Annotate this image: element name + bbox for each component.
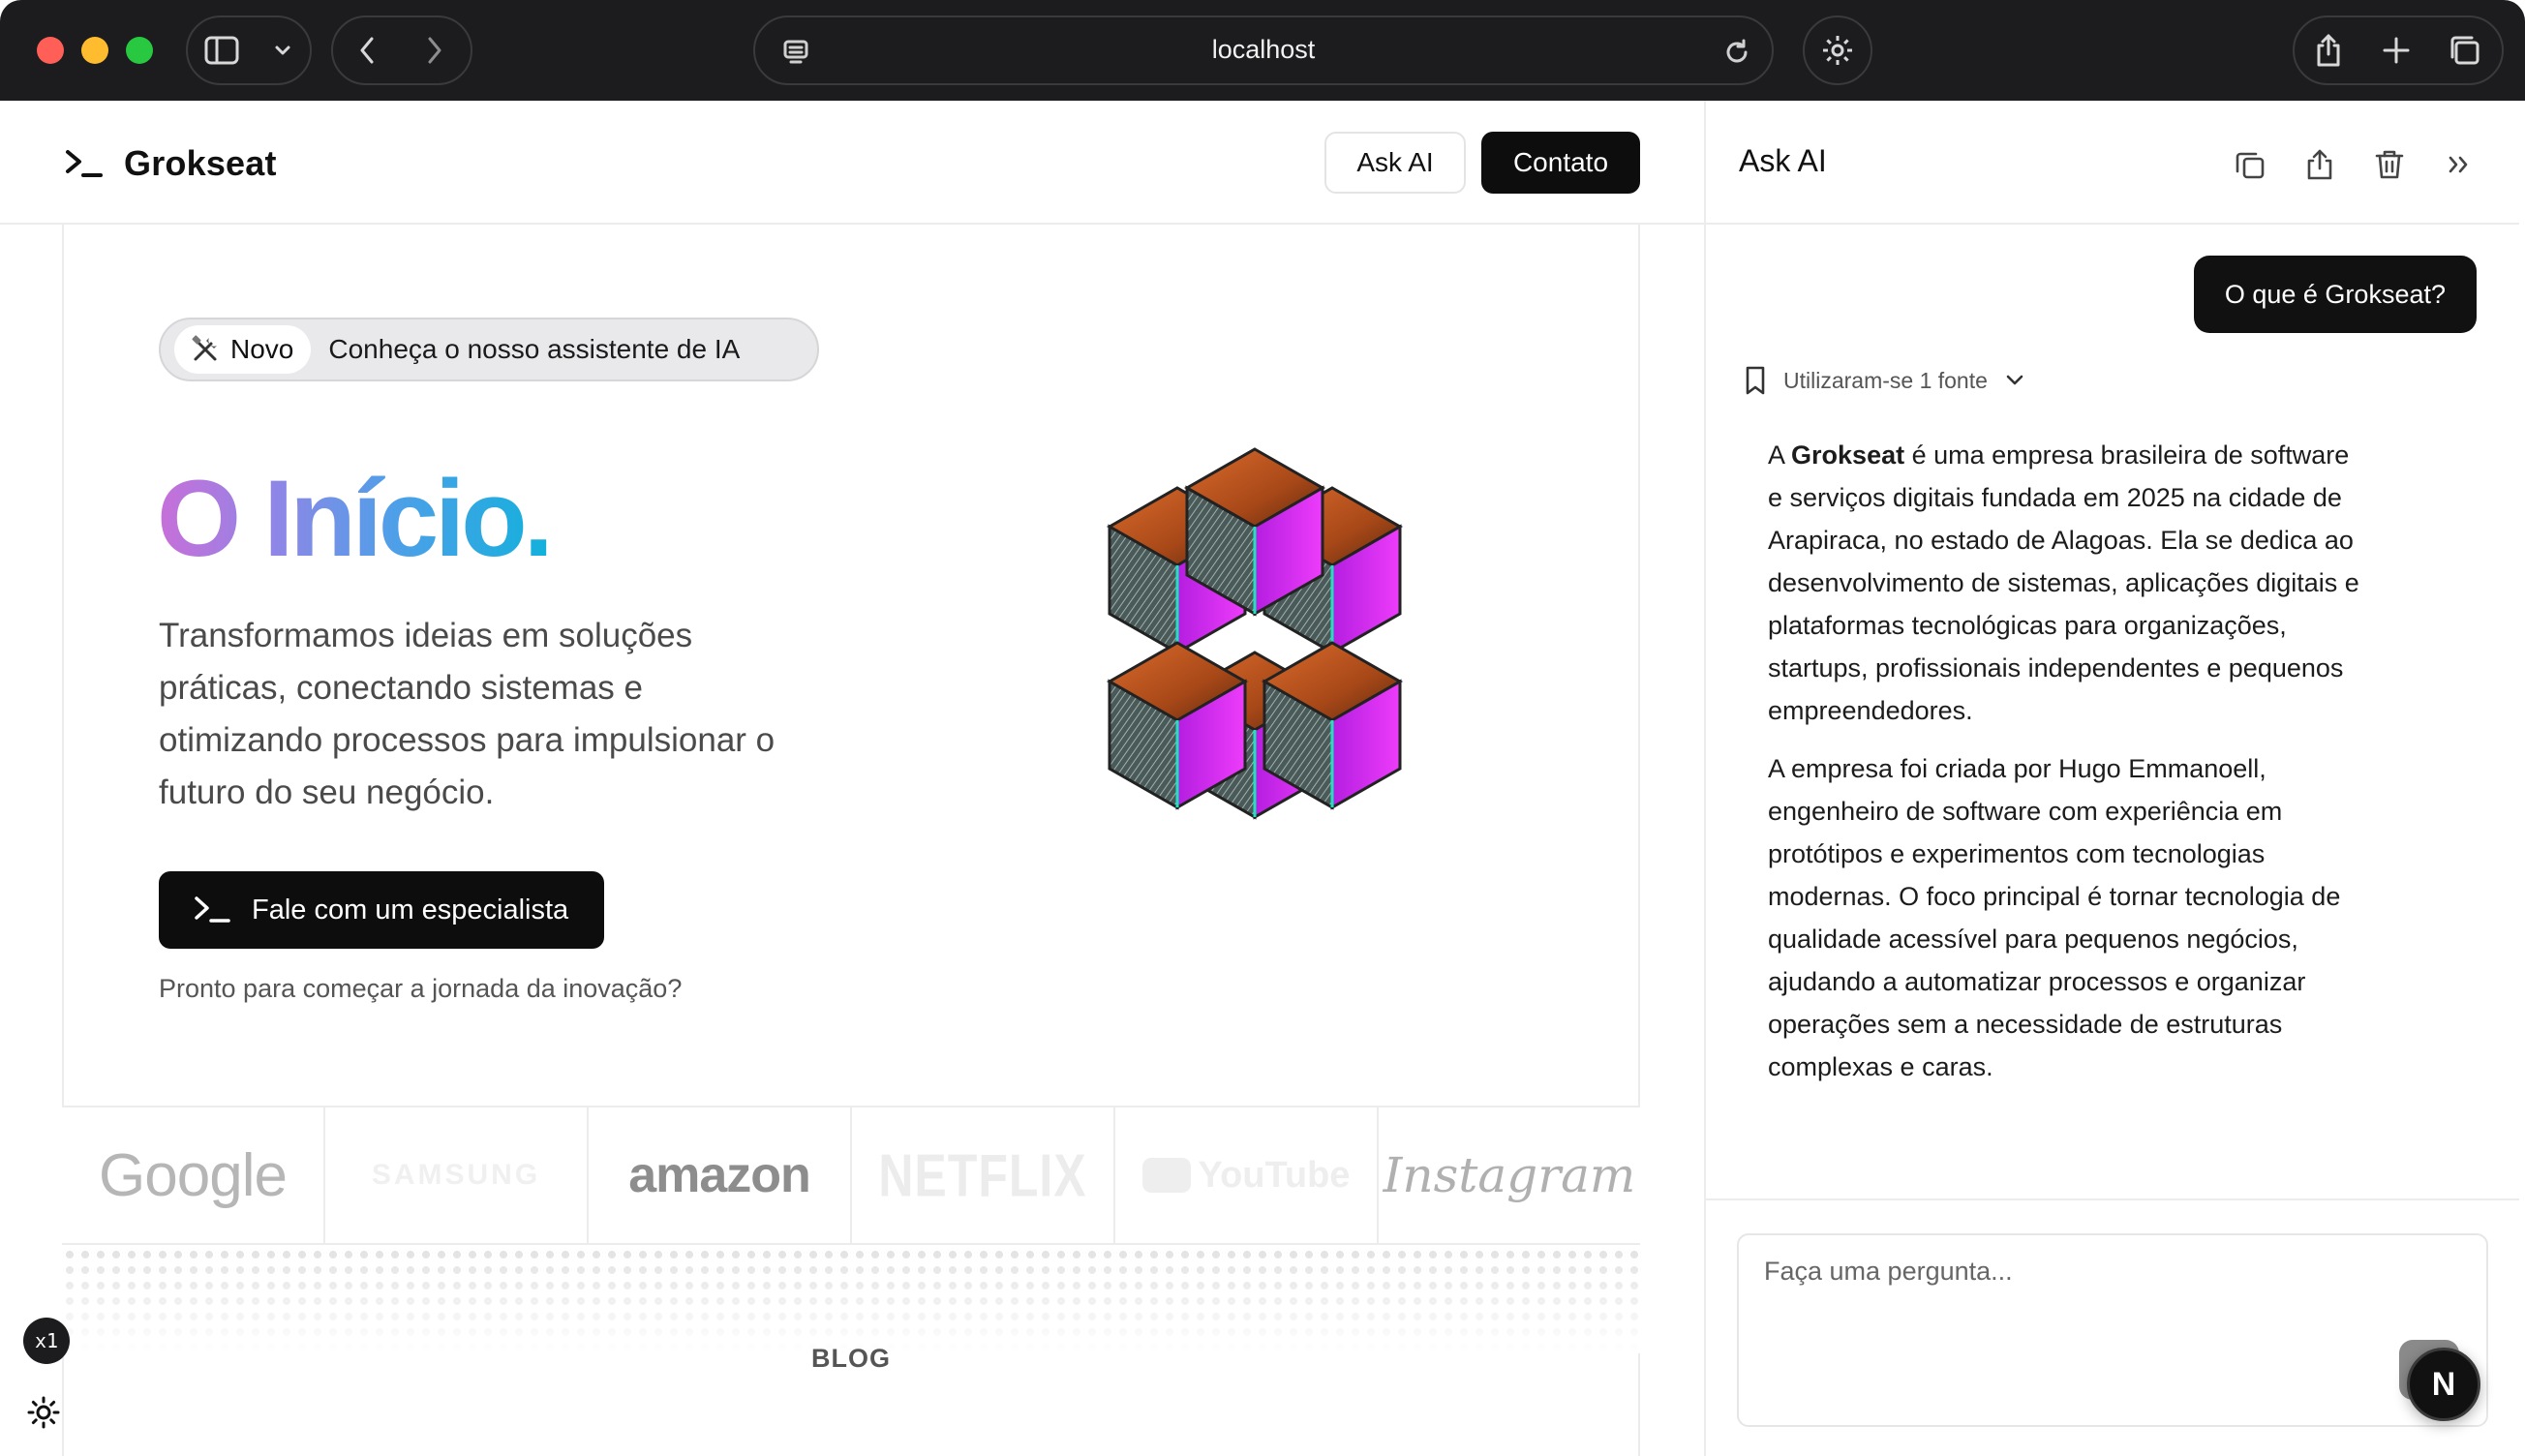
- sun-icon: [27, 1396, 60, 1429]
- zoom-window-button[interactable]: [126, 37, 153, 64]
- hero-title: O Início.: [157, 458, 554, 579]
- hero-section: Novo Conheça o nosso assistente de IA O …: [62, 225, 1640, 1106]
- url-text: localhost: [1211, 35, 1316, 64]
- question-input[interactable]: [1739, 1235, 2486, 1425]
- question-input-box[interactable]: [1737, 1233, 2488, 1427]
- brand-logos-strip: Google SAMSUNG amazon NETFLIX YouTube In…: [62, 1106, 1640, 1245]
- plus-icon: [2383, 37, 2410, 64]
- address-bar[interactable]: localhost: [753, 15, 1774, 85]
- clear-chat-button[interactable]: [2368, 143, 2411, 186]
- contact-button[interactable]: Contato: [1481, 132, 1640, 194]
- chevron-right-icon: [428, 37, 441, 64]
- window-actions-group: [2293, 15, 2504, 85]
- ai-answer: A Grokseat é uma empresa brasileira de s…: [1768, 434, 2368, 1104]
- sidebar-toggle-button[interactable]: [188, 17, 256, 83]
- terminal-prompt-icon: [66, 150, 103, 177]
- announcement-text: Conheça o nosso assistente de IA: [328, 334, 741, 364]
- brand-amazon: amazon: [589, 1107, 852, 1243]
- site-logo[interactable]: Grokseat: [64, 143, 277, 184]
- ask-ai-panel: Ask AI O que é Grokseat? Utilizaram-se 1…: [1704, 101, 2525, 1456]
- back-button[interactable]: [333, 17, 401, 83]
- reload-icon[interactable]: [1716, 31, 1758, 74]
- sidebar-toggle-group: [186, 15, 312, 85]
- minimize-window-button[interactable]: [81, 37, 108, 64]
- chevron-down-icon: [275, 46, 290, 55]
- chevron-left-icon: [360, 37, 374, 64]
- sources-toggle[interactable]: Utilizaram-se 1 fonte: [1739, 364, 2028, 397]
- export-button[interactable]: [2298, 143, 2341, 186]
- share-button[interactable]: [2295, 17, 2362, 83]
- chevrons-right-icon: [2449, 156, 2468, 173]
- chevron-down-icon: [2006, 375, 2023, 385]
- sidebar-icon: [204, 36, 239, 65]
- answer-brand-name: Grokseat: [1791, 440, 1905, 470]
- hero-subtitle: Transformamos ideias em soluções prática…: [159, 617, 776, 811]
- tab-group-dropdown[interactable]: [256, 17, 310, 83]
- new-tab-button[interactable]: [2362, 17, 2430, 83]
- share-icon: [2307, 149, 2332, 180]
- blog-section-label: BLOG: [811, 1344, 891, 1373]
- panel-title: Ask AI: [1739, 143, 1827, 178]
- history-nav-group: [331, 15, 472, 85]
- tabs-overview-icon: [2450, 36, 2479, 65]
- panel-divider: [1706, 1198, 2519, 1200]
- tab-overview-button[interactable]: [2430, 17, 2498, 83]
- site-header: Grokseat Ask AI Contato: [0, 101, 1704, 225]
- copy-button[interactable]: [2229, 143, 2271, 186]
- dot-pattern-decoration: [62, 1247, 1640, 1353]
- answer-paragraph: A Grokseat é uma empresa brasileira de s…: [1768, 440, 2359, 725]
- ask-ai-button[interactable]: Ask AI: [1324, 132, 1466, 194]
- extension-settings-button[interactable]: [1803, 15, 1872, 85]
- nextjs-dev-badge[interactable]: N: [2407, 1348, 2480, 1421]
- logo-text: Grokseat: [124, 143, 277, 183]
- announcement-pill[interactable]: Novo Conheça o nosso assistente de IA: [159, 318, 819, 381]
- tools-icon: [192, 335, 217, 361]
- collapse-panel-button[interactable]: [2438, 143, 2480, 186]
- browser-toolbar: localhost: [0, 0, 2525, 101]
- brand-netflix: NETFLIX: [852, 1107, 1115, 1243]
- new-badge: Novo: [174, 325, 312, 374]
- close-window-button[interactable]: [37, 37, 64, 64]
- brand-youtube: YouTube: [1115, 1107, 1379, 1243]
- terminal-prompt-icon: [195, 896, 230, 923]
- hero-note: Pronto para começar a jornada da inovaçã…: [159, 974, 683, 1003]
- forward-button[interactable]: [401, 17, 469, 83]
- share-icon: [2317, 34, 2340, 67]
- brand-instagram: Instagram: [1383, 1147, 1636, 1203]
- gear-icon: [1823, 36, 1852, 65]
- panel-header: Ask AI: [1706, 101, 2519, 225]
- user-message: O que é Grokseat?: [2193, 256, 2477, 333]
- brand-google: Google: [62, 1107, 325, 1243]
- trash-icon: [2375, 150, 2404, 179]
- answer-paragraph: A empresa foi criada por Hugo Emmanoell,…: [1768, 754, 2341, 1081]
- zoom-level-badge[interactable]: x1: [23, 1318, 70, 1364]
- brand-samsung: SAMSUNG: [325, 1107, 589, 1243]
- talk-to-expert-button[interactable]: Fale com um especialista: [159, 871, 604, 949]
- cta-label: Fale com um especialista: [252, 894, 569, 925]
- cubes-illustration: [1108, 447, 1402, 819]
- new-badge-label: Novo: [230, 334, 294, 364]
- theme-toggle-button[interactable]: [23, 1392, 64, 1433]
- sources-label: Utilizaram-se 1 fonte: [1783, 367, 1988, 393]
- bookmark-icon: [1746, 366, 1765, 395]
- copy-icon: [2236, 152, 2265, 179]
- youtube-play-icon: [1141, 1158, 1191, 1193]
